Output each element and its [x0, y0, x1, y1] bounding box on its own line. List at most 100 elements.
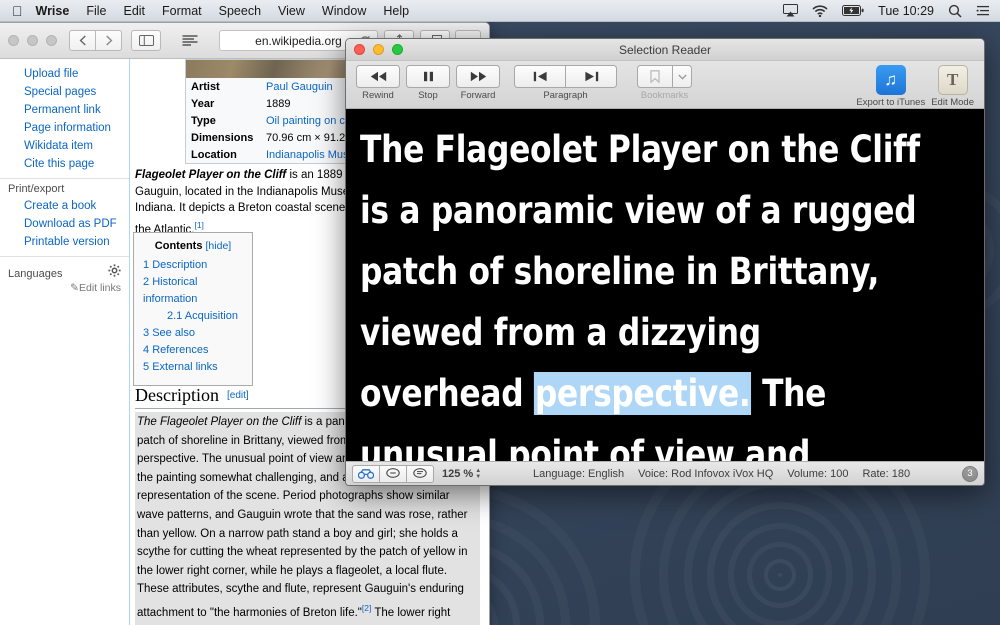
forward-button[interactable] [95, 30, 122, 51]
speech-bubble-icon[interactable] [406, 464, 434, 483]
menu-item-window[interactable]: Window [322, 4, 366, 18]
close-button[interactable] [354, 44, 365, 55]
table-of-contents: Contents [hide] 1 Description 2 Historic… [133, 232, 253, 386]
sidebar-link-upload-file[interactable]: Upload file [0, 65, 129, 83]
paragraph-label: Paragraph [543, 90, 588, 101]
list-item[interactable]: 2.1 Acquisition [143, 308, 243, 325]
bookmarks-label: Bookmarks [640, 90, 689, 101]
list-item[interactable]: 4 References [143, 342, 243, 359]
toc-hide-link[interactable]: [hide] [206, 240, 232, 252]
pencil-icon: ✎ [70, 282, 79, 294]
paragraph-next-button[interactable] [565, 65, 617, 88]
rewind-button[interactable] [356, 65, 400, 88]
gear-icon[interactable] [108, 264, 121, 277]
export-to-itunes-label: Export to iTunes [856, 97, 926, 108]
zoom-button[interactable] [392, 44, 403, 55]
sidebar-languages-section: Languages ✎Edit links [0, 256, 129, 294]
sidebar-link-wikidata-item[interactable]: Wikidata item [0, 137, 129, 155]
window-traffic-lights[interactable] [8, 35, 57, 46]
zoom-level-value[interactable]: 125 % [442, 468, 473, 480]
close-button[interactable] [8, 35, 19, 46]
forward-label: Forward [460, 90, 496, 101]
toc-label: See also [152, 327, 195, 339]
status-voice: Voice: Rod Infovox iVox HQ [638, 467, 774, 480]
description-italic-title: The Flageolet Player on the Cliff [137, 416, 302, 428]
paragraph-tool: Paragraph [514, 65, 617, 101]
apple-logo-icon[interactable]:  [12, 4, 23, 18]
status-rate: Rate: 180 [862, 467, 911, 480]
text-letter-t-icon[interactable]: T [937, 65, 968, 95]
list-item[interactable]: 1 Description [143, 257, 243, 274]
reader-spoken-text: The Flageolet Player on the Cliff is a p… [360, 119, 933, 461]
stop-label: Stop [418, 90, 438, 101]
reader-view-icon[interactable] [175, 30, 205, 51]
reader-toolbar: Rewind Stop Forward Paragraph Bookmarks … [346, 61, 984, 109]
zoom-button[interactable] [46, 35, 57, 46]
menu-item-help[interactable]: Help [383, 4, 409, 18]
battery-charging-icon[interactable] [842, 5, 864, 16]
menu-item-format[interactable]: Format [162, 4, 202, 18]
reference-1[interactable]: [1] [194, 220, 203, 230]
window-traffic-lights[interactable] [354, 44, 403, 55]
stop-button[interactable] [406, 65, 450, 88]
sidebar-toggle-icon[interactable] [131, 30, 161, 51]
infobox-label-location: Location [191, 148, 237, 161]
airplay-icon[interactable] [783, 4, 799, 17]
export-to-itunes-tool: ♫ Export to iTunes [856, 65, 925, 108]
sidebar-edit-links[interactable]: ✎Edit links [0, 282, 129, 294]
sidebar-link-download-as-pdf[interactable]: Download as PDF [0, 215, 129, 233]
infobox-label-year: Year [191, 97, 215, 110]
list-item[interactable]: 3 See also [143, 325, 243, 342]
back-button[interactable] [69, 30, 96, 51]
toc-number: 5 [143, 361, 150, 373]
forward-tool: Forward [456, 65, 500, 101]
reference-2[interactable]: [2] [362, 603, 371, 613]
toc-title-row: Contents [hide] [143, 240, 243, 252]
binoculars-icon[interactable] [352, 464, 380, 483]
sidebar-link-cite-this-page[interactable]: Cite this page [0, 155, 129, 173]
menubar-clock[interactable]: Tue 10:29 [878, 4, 934, 18]
notification-center-icon[interactable] [976, 5, 990, 17]
status-view-buttons [352, 464, 434, 483]
menu-item-speech[interactable]: Speech [219, 4, 261, 18]
paragraph-previous-button[interactable] [514, 65, 566, 88]
reader-title-bar[interactable]: Selection Reader [346, 39, 984, 61]
menu-item-file[interactable]: File [86, 4, 106, 18]
toc-number: 4 [143, 344, 150, 356]
menu-item-edit[interactable]: Edit [123, 4, 145, 18]
speech-settings-status: Language: English Voice: Rod Infovox iVo… [481, 468, 962, 480]
edit-section-link[interactable]: [edit] [227, 390, 249, 401]
music-note-icon[interactable]: ♫ [875, 65, 906, 95]
toc-label: Acquisition [184, 310, 238, 322]
edit-mode-tool: T Edit Mode [931, 65, 974, 108]
window-title: Selection Reader [618, 42, 712, 57]
spotlight-search-icon[interactable] [948, 4, 962, 18]
wifi-icon[interactable] [812, 4, 828, 17]
sidebar-link-printable-version[interactable]: Printable version [0, 233, 129, 251]
rewind-label: Rewind [362, 90, 394, 101]
list-item[interactable]: 5 External links [143, 359, 243, 376]
status-volume: Volume: 100 [787, 467, 849, 480]
reader-status-bar: 125 % ▲ ▼ Language: English Voice: Rod In… [346, 461, 984, 485]
stop-tool: Stop [406, 65, 450, 101]
toc-number: 3 [143, 327, 150, 339]
menu-item-view[interactable]: View [278, 4, 305, 18]
sidebar-link-permanent-link[interactable]: Permanent link [0, 101, 129, 119]
sidebar-link-create-a-book[interactable]: Create a book [0, 197, 129, 215]
menu-item-wrise[interactable]: Wrise [36, 4, 70, 18]
infobox-label-type: Type [191, 114, 216, 127]
edit-mode-label: Edit Mode [931, 97, 974, 108]
bookmark-icon [637, 65, 673, 88]
forward-button[interactable] [456, 65, 500, 88]
infobox-label-artist: Artist [191, 80, 220, 93]
chevron-down-icon [672, 65, 692, 88]
article-title-bold: Flageolet Player on the Cliff [135, 169, 287, 181]
collapse-bubble-icon[interactable] [379, 464, 407, 483]
sidebar-link-special-pages[interactable]: Special pages [0, 83, 129, 101]
minimize-button[interactable] [27, 35, 38, 46]
toc-label: External links [152, 361, 218, 373]
minimize-button[interactable] [373, 44, 384, 55]
sidebar-link-page-information[interactable]: Page information [0, 119, 129, 137]
reader-text-canvas[interactable]: The Flageolet Player on the Cliff is a p… [346, 109, 984, 461]
list-item[interactable]: 2 Historical information [143, 274, 243, 308]
